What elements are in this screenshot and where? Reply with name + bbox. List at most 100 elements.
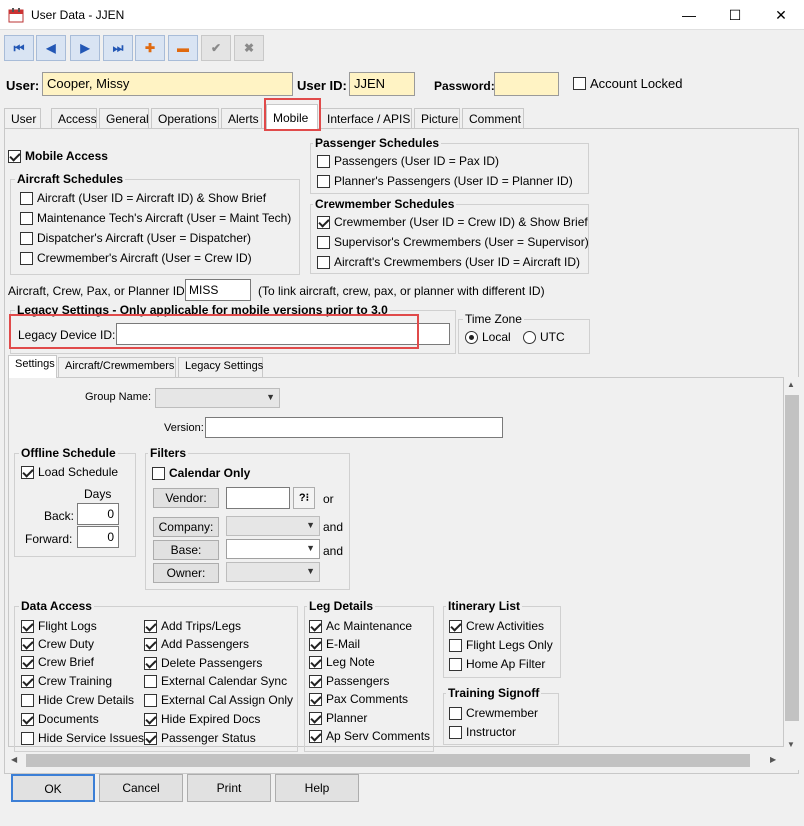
delete-passengers-checkbox[interactable]: Delete Passengers bbox=[144, 656, 262, 670]
mobile-access-checkbox[interactable]: Mobile Access bbox=[8, 149, 108, 163]
instructor-signoff-checkbox[interactable]: Instructor bbox=[449, 725, 516, 739]
subtab-legacy-settings[interactable]: Legacy Settings bbox=[178, 357, 263, 377]
close-button[interactable]: ✕ bbox=[758, 0, 804, 30]
hide-expired-docs-checkbox[interactable]: Hide Expired Docs bbox=[144, 712, 260, 726]
tab-alerts[interactable]: Alerts bbox=[221, 108, 262, 128]
minimize-button[interactable]: — bbox=[666, 0, 712, 30]
subtab-aircraft-crewmembers[interactable]: Aircraft/Crewmembers bbox=[58, 357, 176, 377]
crew-duty-checkbox[interactable]: Crew Duty bbox=[21, 637, 94, 651]
option-label: Supervisor's Crewmembers (User = Supervi… bbox=[334, 235, 589, 249]
planners-passengers-option[interactable]: Planner's Passengers (User ID = Planner … bbox=[317, 174, 573, 188]
vertical-scroll-thumb[interactable] bbox=[785, 395, 799, 721]
add-trips-legs-checkbox[interactable]: Add Trips/Legs bbox=[144, 619, 241, 633]
company-select[interactable]: ▼ bbox=[226, 516, 320, 536]
previous-record-button[interactable]: ◀ bbox=[36, 35, 66, 61]
cancel-record-button[interactable]: ✖ bbox=[234, 35, 264, 61]
owner-button[interactable]: Owner: bbox=[153, 563, 219, 583]
vertical-scrollbar[interactable]: ▲ ▼ bbox=[784, 377, 800, 770]
cancel-button[interactable]: Cancel bbox=[99, 774, 183, 802]
print-button[interactable]: Print bbox=[187, 774, 271, 802]
add-record-button[interactable]: ✚ bbox=[135, 35, 165, 61]
last-record-button[interactable]: ⏭ bbox=[103, 35, 133, 61]
forward-days-field[interactable]: 0 bbox=[77, 526, 119, 548]
subtab-settings[interactable]: Settings bbox=[8, 355, 57, 378]
account-locked-checkbox[interactable]: Account Locked bbox=[573, 76, 683, 91]
leg-note-checkbox[interactable]: Leg Note bbox=[309, 655, 375, 669]
back-days-field[interactable]: 0 bbox=[77, 503, 119, 525]
option-label: Aircraft's Crewmembers (User ID = Aircra… bbox=[334, 255, 580, 269]
option-label: Hide Service Issues bbox=[38, 731, 145, 745]
local-radio[interactable]: Local bbox=[465, 330, 511, 344]
tab-general[interactable]: General bbox=[99, 108, 149, 128]
flight-logs-checkbox[interactable]: Flight Logs bbox=[21, 619, 97, 633]
help-button[interactable]: Help bbox=[275, 774, 359, 802]
scroll-left-icon[interactable]: ◀ bbox=[11, 755, 17, 764]
scroll-up-icon[interactable]: ▲ bbox=[787, 380, 795, 389]
utc-radio[interactable]: UTC bbox=[523, 330, 565, 344]
tab-access[interactable]: Access bbox=[51, 108, 97, 128]
scroll-down-icon[interactable]: ▼ bbox=[787, 740, 795, 749]
utc-radio-button[interactable] bbox=[523, 330, 536, 344]
hide-crew-details-checkbox[interactable]: Hide Crew Details bbox=[21, 693, 134, 707]
ok-button[interactable]: OK bbox=[11, 774, 95, 802]
vendor-lookup-button[interactable]: ?⁝ bbox=[293, 487, 315, 509]
vendor-field[interactable] bbox=[226, 487, 290, 509]
account-locked-box[interactable] bbox=[573, 77, 586, 90]
pax-comments-checkbox[interactable]: Pax Comments bbox=[309, 692, 408, 706]
crewmember-schedules-group: Crewmember Schedules Crewmember (User ID… bbox=[310, 197, 589, 274]
user-id-field[interactable]: JJEN bbox=[349, 72, 415, 96]
group-name-select[interactable]: ▼ bbox=[155, 388, 280, 408]
next-record-button[interactable]: ▶ bbox=[70, 35, 100, 61]
external-cal-assign-only-checkbox[interactable]: External Cal Assign Only bbox=[144, 693, 293, 707]
crewmember-option[interactable]: Crewmember (User ID = Crew ID) & Show Br… bbox=[317, 215, 588, 229]
ap-serv-comments-checkbox[interactable]: Ap Serv Comments bbox=[309, 729, 430, 743]
link-id-field[interactable]: MISS bbox=[185, 279, 251, 301]
crew-activities-checkbox[interactable]: Crew Activities bbox=[449, 619, 544, 633]
company-button[interactable]: Company: bbox=[153, 517, 219, 537]
password-field[interactable] bbox=[494, 72, 559, 96]
supervisor-crew-option[interactable]: Supervisor's Crewmembers (User = Supervi… bbox=[317, 235, 589, 249]
scroll-right-icon[interactable]: ▶ bbox=[770, 755, 776, 764]
owner-select[interactable]: ▼ bbox=[226, 562, 320, 582]
maintenance-schedule-option[interactable]: Maintenance Tech's Aircraft (User = Main… bbox=[20, 211, 291, 225]
first-record-button[interactable]: ⏮ bbox=[4, 35, 34, 61]
load-schedule-checkbox[interactable]: Load Schedule bbox=[21, 465, 118, 479]
planner-checkbox[interactable]: Planner bbox=[309, 711, 367, 725]
local-radio-button[interactable] bbox=[465, 330, 478, 344]
horizontal-scrollbar[interactable]: ◀ ▶ bbox=[8, 752, 784, 769]
tab-interface-apis[interactable]: Interface / APIS bbox=[320, 108, 412, 128]
version-field[interactable] bbox=[205, 417, 503, 438]
aircraft-crew-option[interactable]: Aircraft's Crewmembers (User ID = Aircra… bbox=[317, 255, 580, 269]
documents-checkbox[interactable]: Documents bbox=[21, 712, 99, 726]
save-record-button[interactable]: ✔ bbox=[201, 35, 231, 61]
passenger-status-checkbox[interactable]: Passenger Status bbox=[144, 731, 256, 745]
vendor-button[interactable]: Vendor: bbox=[153, 488, 219, 508]
crew-training-checkbox[interactable]: Crew Training bbox=[21, 674, 112, 688]
dispatcher-schedule-option[interactable]: Dispatcher's Aircraft (User = Dispatcher… bbox=[20, 231, 251, 245]
tab-comment[interactable]: Comment bbox=[462, 108, 524, 128]
crewmember-signoff-checkbox[interactable]: Crewmember bbox=[449, 706, 538, 720]
user-name-field[interactable]: Cooper, Missy bbox=[42, 72, 293, 96]
tab-operations[interactable]: Operations bbox=[151, 108, 219, 128]
base-button[interactable]: Base: bbox=[153, 540, 219, 560]
email-checkbox[interactable]: E-Mail bbox=[309, 637, 360, 651]
ac-maintenance-checkbox[interactable]: Ac Maintenance bbox=[309, 619, 412, 633]
passengers-option[interactable]: Passengers (User ID = Pax ID) bbox=[317, 154, 499, 168]
maximize-button[interactable]: ☐ bbox=[712, 0, 758, 30]
horizontal-scroll-thumb[interactable] bbox=[26, 754, 750, 767]
tab-user[interactable]: User bbox=[4, 108, 41, 128]
tab-picture[interactable]: Picture bbox=[414, 108, 460, 128]
delete-record-button[interactable]: ▬ bbox=[168, 35, 198, 61]
crewmember-aircraft-option[interactable]: Crewmember's Aircraft (User = Crew ID) bbox=[20, 251, 252, 265]
crew-brief-checkbox[interactable]: Crew Brief bbox=[21, 655, 94, 669]
add-passengers-checkbox[interactable]: Add Passengers bbox=[144, 637, 249, 651]
aircraft-schedule-option[interactable]: Aircraft (User ID = Aircraft ID) & Show … bbox=[20, 191, 266, 205]
calendar-only-checkbox[interactable]: Calendar Only bbox=[152, 466, 250, 480]
external-calendar-sync-checkbox[interactable]: External Calendar Sync bbox=[144, 674, 287, 688]
hide-service-issues-checkbox[interactable]: Hide Service Issues bbox=[21, 731, 144, 745]
base-select[interactable]: ▼ bbox=[226, 539, 320, 559]
passengers-detail-checkbox[interactable]: Passengers bbox=[309, 674, 389, 688]
flight-legs-only-checkbox[interactable]: Flight Legs Only bbox=[449, 638, 553, 652]
home-ap-filter-checkbox[interactable]: Home Ap Filter bbox=[449, 657, 545, 671]
mobile-access-box[interactable] bbox=[8, 149, 21, 163]
